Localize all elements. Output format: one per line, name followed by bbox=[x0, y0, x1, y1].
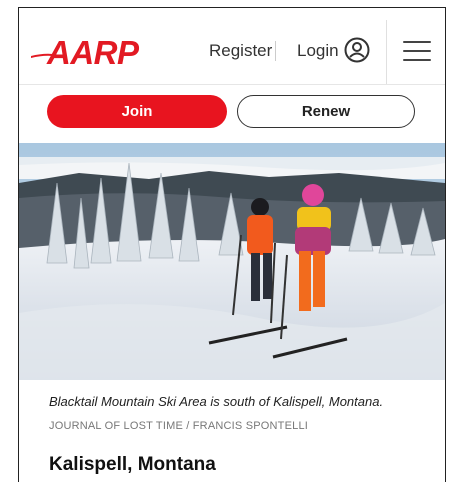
join-button[interactable]: Join bbox=[47, 95, 227, 128]
logo-text: AARP bbox=[47, 34, 139, 71]
photo-caption: Blacktail Mountain Ski Area is south of … bbox=[49, 394, 384, 409]
page-frame: AARP Register Login Join Renew Blacktail… bbox=[18, 7, 446, 482]
user-circle-icon[interactable] bbox=[344, 37, 370, 63]
aarp-logo[interactable]: AARP bbox=[31, 36, 161, 70]
login-link[interactable]: Login bbox=[297, 41, 339, 61]
renew-button[interactable]: Renew bbox=[237, 95, 415, 128]
register-link[interactable]: Register bbox=[209, 41, 272, 61]
article-headline: Kalispell, Montana bbox=[49, 454, 216, 475]
hamburger-menu-icon[interactable] bbox=[403, 41, 431, 63]
nav-divider bbox=[275, 41, 276, 61]
site-header: AARP Register Login bbox=[19, 8, 445, 85]
photo-credit: JOURNAL OF LOST TIME / FRANCIS SPONTELLI bbox=[49, 420, 309, 432]
menu-divider bbox=[386, 20, 387, 84]
article-photo bbox=[19, 143, 445, 380]
